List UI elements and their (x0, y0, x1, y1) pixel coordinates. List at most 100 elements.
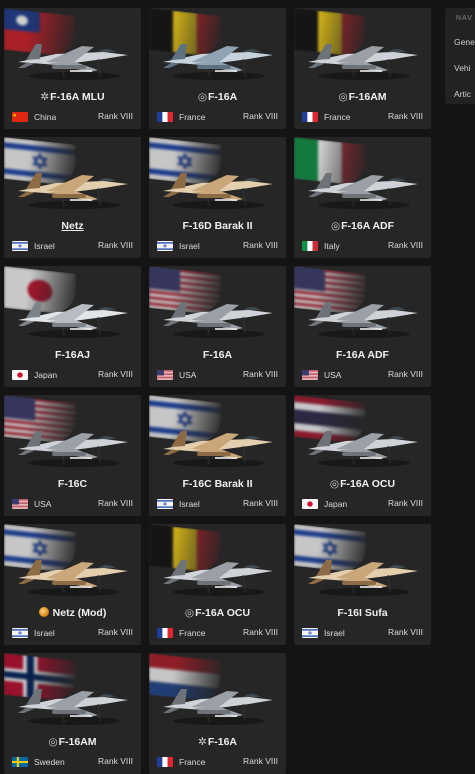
nation-name: Israel (179, 499, 200, 509)
vehicle-card[interactable]: ◎F-16A OCU Japan Rank VIII (294, 395, 431, 516)
vehicle-card[interactable]: ◎F-16A ADF Italy Rank VIII (294, 137, 431, 258)
nav-item-articles[interactable]: Artic (454, 89, 475, 103)
vehicle-prefix-icon: ✲ (40, 91, 50, 103)
navigation-panel: NAV Gene Vehi Artic (445, 8, 475, 104)
nation-flag-icon (12, 241, 28, 251)
vehicle-name[interactable]: F-16A ADF (294, 349, 431, 361)
aircraft-image (302, 419, 424, 471)
rank-label: Rank VIII (388, 627, 423, 637)
vehicle-card[interactable]: Netz (Mod) Israel Rank VIII (4, 524, 141, 645)
aircraft-image (157, 32, 279, 84)
vehicle-card[interactable]: ◎F-16AM France Rank VIII (294, 8, 431, 129)
aircraft-image (302, 290, 424, 342)
nation-flag-icon (302, 112, 318, 122)
nation-name: Japan (324, 499, 348, 509)
vehicle-name-text: F-16A (202, 349, 233, 361)
aircraft-image (12, 548, 134, 600)
nation-flag-icon (157, 241, 173, 251)
vehicle-name[interactable]: F-16I Sufa (294, 607, 431, 619)
vehicle-name[interactable]: F-16C Barak II (149, 478, 286, 490)
nation-label: France (157, 111, 205, 123)
vehicle-name[interactable]: F-16C (4, 478, 141, 490)
rank-label: Rank VIII (388, 240, 423, 250)
aircraft-image (157, 290, 279, 342)
medal-icon (38, 607, 49, 617)
nation-name: China (34, 112, 57, 122)
vehicle-name-text: F-16A OCU (340, 478, 396, 490)
vehicle-name-text: F-16A ADF (336, 349, 389, 361)
nation-label: USA (12, 498, 51, 510)
vehicle-card[interactable]: ✲F-16A MLU China Rank VIII (4, 8, 141, 129)
nation-label: USA (157, 369, 196, 381)
nation-label: Israel (12, 627, 55, 639)
vehicle-card[interactable]: Netz Israel Rank VIII (4, 137, 141, 258)
nation-label: France (302, 111, 350, 123)
vehicle-prefix-icon: ✲ (198, 736, 207, 748)
vehicle-name[interactable]: ◎F-16AM (294, 91, 431, 103)
vehicle-name[interactable]: ◎F-16A (149, 91, 286, 103)
vehicle-name-text: F-16D Barak II (182, 220, 253, 232)
vehicle-name[interactable]: ✲F-16A MLU (4, 91, 141, 103)
nav-item-general[interactable]: Gene (454, 37, 475, 51)
vehicle-prefix-icon: ◎ (329, 478, 340, 490)
rank-label: Rank VIII (388, 111, 423, 121)
nation-flag-icon (157, 112, 173, 122)
aircraft-image (157, 161, 279, 213)
nation-flag-icon (12, 628, 28, 638)
nav-item-vehicles[interactable]: Vehi (454, 63, 475, 77)
aircraft-image (302, 32, 424, 84)
vehicle-name-text: F-16C Barak II (182, 478, 253, 490)
aircraft-image (12, 161, 134, 213)
nation-name: Israel (34, 241, 55, 251)
vehicle-card[interactable]: ✲F-16A France Rank VIII (149, 653, 286, 774)
vehicle-name-text: F-16A OCU (195, 607, 251, 619)
nation-flag-icon (157, 370, 173, 380)
nation-flag-icon (302, 499, 318, 509)
nation-label: Israel (12, 240, 55, 252)
vehicle-name[interactable]: ✲F-16A (149, 736, 286, 748)
vehicle-card[interactable]: ◎F-16A France Rank VIII (149, 8, 286, 129)
nation-flag-icon (302, 370, 318, 380)
vehicle-card[interactable]: F-16A USA Rank VIII (149, 266, 286, 387)
nation-flag-icon (302, 628, 318, 638)
nation-name: USA (324, 370, 342, 380)
nation-name: Japan (34, 370, 58, 380)
vehicle-name[interactable]: ◎F-16A OCU (294, 478, 431, 490)
vehicle-name[interactable]: Netz (Mod) (4, 607, 141, 619)
vehicle-card[interactable]: F-16C USA Rank VIII (4, 395, 141, 516)
vehicle-name[interactable]: ◎F-16A ADF (294, 220, 431, 232)
rank-label: Rank VIII (243, 369, 278, 379)
vehicle-name[interactable]: ◎F-16AM (4, 736, 141, 748)
nation-name: Israel (324, 628, 345, 638)
aircraft-image (12, 677, 134, 729)
nation-flag-icon (12, 370, 28, 380)
vehicle-name-text: F-16C (57, 478, 88, 490)
vehicle-name-text: F-16AM (348, 91, 387, 103)
nation-flag-icon (157, 757, 173, 767)
nation-flag-icon (12, 499, 28, 509)
vehicle-card[interactable]: F-16D Barak II Israel Rank VIII (149, 137, 286, 258)
nation-label: France (157, 756, 205, 768)
aircraft-image (12, 32, 134, 84)
nation-name: France (179, 112, 206, 122)
vehicle-name-text: Netz (61, 220, 84, 232)
vehicle-card[interactable]: ◎F-16A OCU France Rank VIII (149, 524, 286, 645)
vehicle-card[interactable]: ◎F-16AM Sweden Rank VIII (4, 653, 141, 774)
vehicle-name[interactable]: F-16A (149, 349, 286, 361)
navigation-header: NAV (456, 15, 473, 22)
nation-label: Japan (12, 369, 57, 381)
vehicle-card[interactable]: F-16A ADF USA Rank VIII (294, 266, 431, 387)
vehicle-card[interactable]: F-16C Barak II Israel Rank VIII (149, 395, 286, 516)
vehicle-name[interactable]: Netz (4, 220, 141, 232)
nation-label: Sweden (12, 756, 65, 768)
vehicle-name[interactable]: F-16AJ (4, 349, 141, 361)
vehicle-card[interactable]: F-16AJ Japan Rank VIII (4, 266, 141, 387)
rank-label: Rank VIII (98, 111, 133, 121)
nation-flag-icon (302, 241, 318, 251)
vehicle-name-text: F-16A MLU (50, 91, 105, 103)
vehicle-card[interactable]: F-16I Sufa Israel Rank VIII (294, 524, 431, 645)
vehicle-name[interactable]: F-16D Barak II (149, 220, 286, 232)
rank-label: Rank VIII (388, 498, 423, 508)
vehicle-name[interactable]: ◎F-16A OCU (149, 607, 286, 619)
nation-flag-icon (12, 112, 28, 122)
